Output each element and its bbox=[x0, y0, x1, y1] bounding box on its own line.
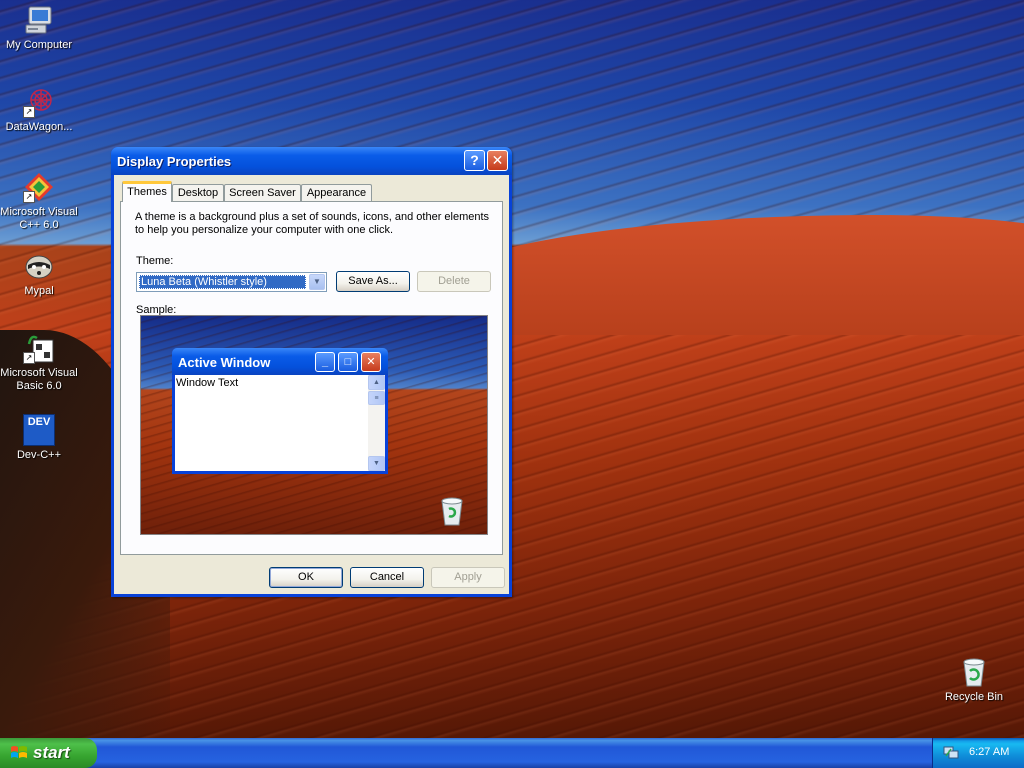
dialog-client-area: Themes Desktop Screen Saver Appearance A… bbox=[114, 175, 509, 594]
sample-window-text: Window Text bbox=[176, 377, 239, 389]
desktop-background: My Computer ↗ DataWagon... ↗ Microsoft V… bbox=[0, 0, 1024, 738]
shortcut-arrow-icon: ↗ bbox=[23, 106, 35, 118]
taskbar: start 6:27 AM bbox=[0, 738, 1024, 768]
datawagon-icon: ↗ bbox=[23, 86, 55, 118]
minimize-icon: _ bbox=[315, 352, 335, 372]
shortcut-arrow-icon: ↗ bbox=[23, 191, 35, 203]
mypal-raccoon-icon bbox=[23, 250, 55, 282]
theme-sample-preview: Active Window _ □ ✕ Window Text ▲ ≡ ▼ bbox=[140, 315, 488, 535]
save-as-button[interactable]: Save As... bbox=[336, 271, 410, 292]
tab-desktop[interactable]: Desktop bbox=[172, 184, 224, 201]
start-label: start bbox=[33, 743, 70, 762]
desktop-icon-dev-cpp[interactable]: DEV Dev-C++ bbox=[0, 414, 78, 462]
theme-label: Theme: bbox=[136, 255, 174, 267]
shortcut-arrow-icon: ↗ bbox=[23, 352, 35, 364]
visual-basic-icon: ↗ bbox=[23, 332, 55, 364]
desktop-icon-visual-basic[interactable]: ↗ Microsoft Visual Basic 6.0 bbox=[0, 332, 78, 393]
visual-cpp-icon: ↗ bbox=[23, 171, 55, 203]
window-titlebar[interactable]: Display Properties ? ✕ bbox=[111, 147, 512, 175]
desktop-icon-label: Mypal bbox=[24, 285, 54, 297]
desktop-icon-visual-cpp[interactable]: ↗ Microsoft Visual C++ 6.0 bbox=[0, 171, 78, 232]
desktop-icon-my-computer[interactable]: My Computer bbox=[0, 4, 78, 52]
clock[interactable]: 6:27 AM bbox=[969, 746, 1009, 758]
desktop-icon-datawagon[interactable]: ↗ DataWagon... bbox=[0, 86, 78, 134]
start-button[interactable]: start bbox=[0, 738, 97, 768]
tab-appearance[interactable]: Appearance bbox=[301, 184, 372, 201]
wallpaper-dune-crest bbox=[430, 215, 1024, 335]
tab-themes[interactable]: Themes bbox=[122, 181, 172, 202]
sample-active-window: Active Window _ □ ✕ Window Text ▲ ≡ ▼ bbox=[172, 348, 388, 474]
themes-tab-panel: A theme is a background plus a set of so… bbox=[120, 201, 503, 555]
windows-logo-icon bbox=[11, 746, 27, 758]
recycle-bin-icon bbox=[958, 656, 990, 688]
theme-dropdown[interactable]: Luna Beta (Whistler style) ▼ bbox=[136, 272, 327, 292]
maximize-icon: □ bbox=[338, 352, 358, 372]
desktop-icon-label: DataWagon... bbox=[5, 121, 73, 133]
scroll-down-icon: ▼ bbox=[368, 456, 385, 471]
window-title: Display Properties bbox=[117, 154, 232, 169]
sample-scrollbar: ▲ ≡ ▼ bbox=[368, 375, 385, 471]
chevron-down-icon[interactable]: ▼ bbox=[309, 274, 325, 290]
theme-selected-value: Luna Beta (Whistler style) bbox=[139, 275, 306, 289]
scroll-up-icon: ▲ bbox=[368, 375, 385, 390]
dev-cpp-icon: DEV bbox=[23, 414, 55, 446]
desktop-icon-label: Microsoft Visual Basic 6.0 bbox=[0, 367, 78, 392]
display-properties-window: Display Properties ? ✕ Themes Desktop Sc… bbox=[111, 147, 512, 597]
desktop-icon-label: My Computer bbox=[5, 39, 73, 51]
tab-screen-saver[interactable]: Screen Saver bbox=[224, 184, 301, 201]
dev-icon-text: DEV bbox=[27, 416, 51, 428]
close-button[interactable]: ✕ bbox=[487, 150, 508, 171]
desktop-icon-mypal[interactable]: Mypal bbox=[0, 250, 78, 298]
sample-window-title: Active Window bbox=[178, 355, 271, 370]
desktop-icon-recycle-bin[interactable]: Recycle Bin bbox=[935, 656, 1013, 704]
sample-window-body: Window Text ▲ ≡ ▼ bbox=[175, 375, 385, 471]
system-tray: 6:27 AM bbox=[932, 738, 1024, 768]
cancel-button[interactable]: Cancel bbox=[350, 567, 424, 588]
scroll-thumb: ≡ bbox=[368, 391, 385, 405]
apply-button[interactable]: Apply bbox=[431, 567, 505, 588]
my-computer-icon bbox=[23, 4, 55, 36]
theme-description: A theme is a background plus a set of so… bbox=[135, 211, 490, 236]
desktop-icon-label: Microsoft Visual C++ 6.0 bbox=[0, 206, 78, 231]
desktop-icon-label: Recycle Bin bbox=[944, 691, 1004, 703]
sample-window-titlebar: Active Window _ □ ✕ bbox=[172, 348, 388, 375]
desktop-icon-label: Dev-C++ bbox=[16, 449, 62, 461]
help-button[interactable]: ? bbox=[464, 150, 485, 171]
close-icon: ✕ bbox=[361, 352, 381, 372]
sample-recycle-bin-icon bbox=[439, 496, 465, 526]
ok-button[interactable]: OK bbox=[269, 567, 343, 588]
network-icon[interactable] bbox=[943, 746, 959, 760]
delete-button[interactable]: Delete bbox=[417, 271, 491, 292]
